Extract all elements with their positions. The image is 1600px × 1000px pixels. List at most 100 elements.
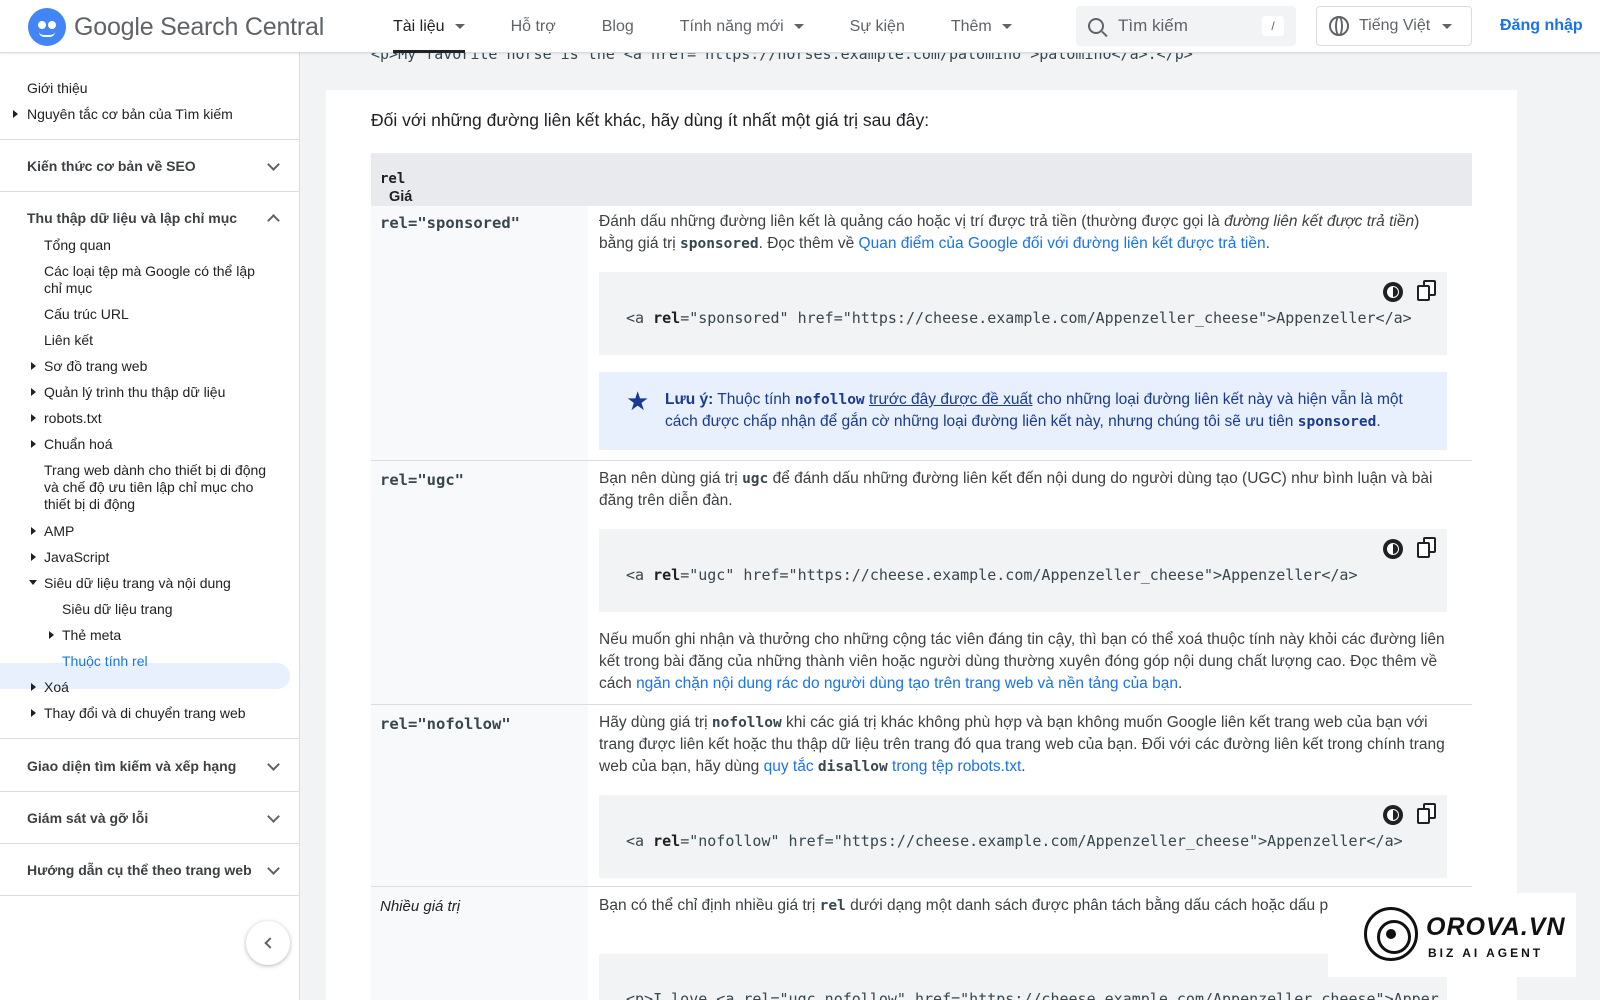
search-icon <box>1088 18 1104 34</box>
watermark-subtitle: BIZ AI AGENT <box>1428 946 1544 960</box>
sidebar-section-seo[interactable]: Kiến thức cơ bản về SEO <box>0 158 299 178</box>
main-nav: Tài liệu Hỗ trợ Blog Tính năng mới Sự ki… <box>393 0 1058 53</box>
sidebar-section-crawl[interactable]: Thu thập dữ liệu và lập chỉ mục <box>0 210 299 230</box>
sign-in-link[interactable]: Đăng nhập <box>1500 17 1583 35</box>
sidebar-item-page-metadata[interactable]: Siêu dữ liệu trang và nội dung <box>44 575 231 592</box>
sidebar-item-overview[interactable]: Tổng quan <box>44 237 111 254</box>
nav-tab-blog[interactable]: Blog <box>602 0 634 53</box>
copy-icon[interactable] <box>1417 280 1437 302</box>
expand-arrow-icon[interactable] <box>31 362 36 370</box>
row-key-nofollow: rel="nofollow" <box>380 715 511 733</box>
watermark-title: OROVA.VN <box>1426 913 1566 941</box>
expand-arrow-icon[interactable] <box>49 631 54 639</box>
code-block-sponsored: <a rel="sponsored" href="https://cheese.… <box>599 272 1447 355</box>
paid-links-link[interactable]: Quan điểm của Google đối với đường liên … <box>859 235 1266 252</box>
main-content: <p>My favorite horse is the <a href="htt… <box>326 53 1517 1000</box>
sidebar-item-rel-attribute[interactable]: Thuộc tính rel <box>62 653 148 670</box>
language-label: Tiếng Việt <box>1359 17 1431 34</box>
chevron-down-icon <box>793 24 804 29</box>
code-block-ugc: <a rel="ugc" href="https://cheese.exampl… <box>599 529 1447 612</box>
scrollbar[interactable] <box>1582 53 1600 1000</box>
chevron-down-icon <box>267 810 280 823</box>
note-text: Lưu ý: Thuộc tính nofollow trước đây đượ… <box>665 391 1403 430</box>
chevron-down-icon <box>1001 24 1012 29</box>
nav-tab-more[interactable]: Thêm <box>951 0 1012 53</box>
copy-icon[interactable] <box>1417 537 1437 559</box>
code-line: <a rel="sponsored" href="https://cheese.… <box>626 309 1412 327</box>
sidebar-item-file-types[interactable]: Các loại tệp mà Google có thể lập chỉ mụ… <box>44 263 274 297</box>
disallow-rule-link[interactable]: quy tắc disallow trong tệp robots.txt <box>764 758 1022 775</box>
expand-arrow-icon[interactable] <box>31 683 36 691</box>
theme-toggle-icon[interactable] <box>1383 805 1403 825</box>
language-selector[interactable]: Tiếng Việt <box>1316 6 1472 46</box>
nav-tab-whats-new[interactable]: Tính năng mới <box>680 0 804 53</box>
expand-arrow-icon[interactable] <box>31 553 36 561</box>
orova-logo-icon <box>1364 907 1418 961</box>
search-box[interactable]: / <box>1076 6 1296 46</box>
note-callout: ★ Lưu ý: Thuộc tính nofollow trước đây đ… <box>599 372 1447 450</box>
sidebar-item-sitemaps[interactable]: Sơ đồ trang web <box>44 358 147 375</box>
row-key-multiple: Nhiều giá trị <box>380 898 461 915</box>
table-header: Giá trị rel <box>371 153 1472 221</box>
globe-icon <box>1329 16 1349 36</box>
sidebar-item-mobile[interactable]: Trang web dành cho thiết bị di động và c… <box>44 462 276 513</box>
code-block-horse: <p>My favorite horse is the <a href="htt… <box>326 53 1517 90</box>
row-desc-ugc-followup: Nếu muốn ghi nhận và thưởng cho những cộ… <box>599 631 1445 692</box>
watermark: OROVA.VN BIZ AI AGENT <box>1328 893 1576 977</box>
search-central-logo-icon <box>28 8 66 46</box>
sidebar-section-monitoring[interactable]: Giám sát và gỡ lỗi <box>0 810 299 830</box>
theme-toggle-icon[interactable] <box>1383 282 1403 302</box>
sidebar-item-robots[interactable]: robots.txt <box>44 410 102 427</box>
star-icon: ★ <box>626 386 650 416</box>
code-line: <a rel="ugc" href="https://cheese.exampl… <box>626 566 1358 584</box>
sidebar-item-removals[interactable]: Xoá <box>44 679 69 696</box>
sidebar-item-intro[interactable]: Giới thiệu <box>27 80 88 97</box>
copy-icon[interactable] <box>1417 803 1437 825</box>
row-desc-sponsored: Đánh dấu những đường liên kết là quảng c… <box>599 213 1420 252</box>
chevron-down-icon <box>267 158 280 171</box>
collapse-sidebar-button[interactable] <box>246 921 290 965</box>
left-nav: Giới thiệu Nguyên tắc cơ bản của Tìm kiế… <box>0 53 300 1000</box>
previously-recommended-link[interactable]: trước đây được đề xuất <box>869 391 1032 408</box>
search-input[interactable] <box>1118 16 1248 36</box>
chevron-down-icon <box>267 758 280 771</box>
code-block-multiple: <p>I love <a rel="ugc nofollow" href="ht… <box>599 954 1447 1000</box>
expand-arrow-icon[interactable] <box>31 527 36 535</box>
sidebar-section-guides[interactable]: Hướng dẫn cụ thể theo trang web <box>0 862 299 882</box>
expand-arrow-icon[interactable] <box>13 110 18 118</box>
expand-arrow-icon[interactable] <box>31 709 36 717</box>
expand-arrow-icon[interactable] <box>31 440 36 448</box>
nav-tab-support[interactable]: Hỗ trợ <box>511 0 556 53</box>
prevent-ugc-spam-link[interactable]: ngăn chặn nội dung rác do người dùng tạo… <box>636 675 1178 692</box>
chevron-down-icon <box>1442 23 1453 29</box>
brand-name: Google Search Central <box>74 12 325 41</box>
nav-tab-docs[interactable]: Tài liệu <box>393 0 465 53</box>
expand-arrow-icon[interactable] <box>31 414 36 422</box>
expand-arrow-icon[interactable] <box>31 388 36 396</box>
theme-toggle-icon[interactable] <box>1383 539 1403 559</box>
chevron-down-icon <box>454 24 465 29</box>
collapse-arrow-icon[interactable] <box>29 580 37 585</box>
sidebar-item-canonical[interactable]: Chuẩn hoá <box>44 436 113 453</box>
sidebar-item-amp[interactable]: AMP <box>44 523 74 540</box>
row-desc-multiple: Bạn có thể chỉ định nhiều giá trị rel dư… <box>599 897 1329 914</box>
code-line: <a rel="nofollow" href="https://cheese.e… <box>626 832 1403 850</box>
sidebar-item-crawler-management[interactable]: Quản lý trình thu thập dữ liệu <box>44 384 225 401</box>
nav-tab-events[interactable]: Sự kiện <box>850 0 905 53</box>
chevron-left-icon <box>264 937 276 949</box>
code-line: <p>I love <a rel="ugc nofollow" href="ht… <box>626 990 1439 1000</box>
row-key-ugc: rel="ugc" <box>380 471 464 489</box>
sidebar-item-basics[interactable]: Nguyên tắc cơ bản của Tìm kiếm <box>27 106 233 123</box>
sidebar-item-site-moves[interactable]: Thay đổi và di chuyển trang web <box>44 705 246 722</box>
sidebar-item-javascript[interactable]: JavaScript <box>44 549 109 566</box>
sidebar-item-meta-tags[interactable]: Thẻ meta <box>62 627 121 644</box>
row-key-sponsored: rel="sponsored" <box>380 214 520 232</box>
sidebar-item-page-metadata-sub[interactable]: Siêu dữ liệu trang <box>62 601 173 618</box>
sidebar-item-url-structure[interactable]: Cấu trúc URL <box>44 306 129 323</box>
brand-link[interactable]: Google Search Central <box>28 8 324 46</box>
sidebar-section-appearance[interactable]: Giao diện tìm kiếm và xếp hạng <box>0 758 299 778</box>
sidebar-item-links[interactable]: Liên kết <box>44 332 93 349</box>
top-app-bar: Google Search Central Tài liệu Hỗ trợ Bl… <box>0 0 1600 53</box>
chevron-down-icon <box>267 862 280 875</box>
intro-paragraph: Đối với những đường liên kết khác, hãy d… <box>371 110 930 130</box>
